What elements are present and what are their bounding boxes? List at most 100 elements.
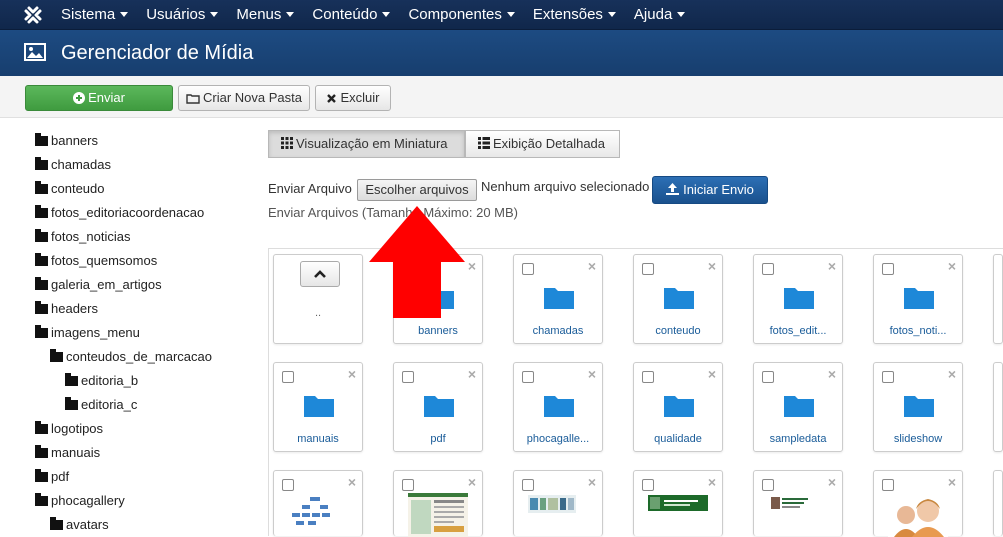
delete-icon[interactable]: × xyxy=(828,258,836,274)
menu-extensoes[interactable]: Extensões xyxy=(533,0,616,30)
select-checkbox[interactable] xyxy=(282,371,294,383)
folder-thumbnail[interactable]: × conteudo xyxy=(633,254,723,344)
select-checkbox[interactable] xyxy=(642,371,654,383)
delete-icon[interactable]: × xyxy=(348,366,356,382)
folder-thumbnail-partial[interactable] xyxy=(993,254,1003,344)
folder-thumbnail[interactable]: × sampledata xyxy=(753,362,843,452)
delete-icon[interactable]: × xyxy=(708,258,716,274)
folder-label[interactable]: phocagalle... xyxy=(514,433,602,445)
image-thumbnail[interactable]: × xyxy=(273,470,363,536)
choose-files-button[interactable]: Escolher arquivos xyxy=(357,179,477,201)
image-thumbnail[interactable]: × xyxy=(753,470,843,536)
delete-icon[interactable]: × xyxy=(468,258,476,274)
delete-icon[interactable]: × xyxy=(708,366,716,382)
folder-label[interactable]: pdf xyxy=(394,433,482,445)
tree-item-fotos-noticias[interactable]: fotos_noticias xyxy=(35,227,131,247)
delete-icon[interactable]: × xyxy=(468,474,476,490)
tree-item-headers[interactable]: headers xyxy=(35,299,98,319)
folder-thumbnail[interactable]: × fotos_edit... xyxy=(753,254,843,344)
folder-label[interactable]: chamadas xyxy=(514,325,602,337)
folder-thumbnail[interactable]: × phocagalle... xyxy=(513,362,603,452)
image-thumbnail[interactable]: × xyxy=(393,470,483,537)
menu-sistema[interactable]: Sistema xyxy=(61,0,129,30)
menu-conteudo[interactable]: Conteúdo xyxy=(312,0,391,30)
delete-icon[interactable]: × xyxy=(948,258,956,274)
select-checkbox[interactable] xyxy=(402,371,414,383)
tree-item-logotipos[interactable]: logotipos xyxy=(35,419,103,439)
folder-label[interactable]: conteudo xyxy=(634,325,722,337)
delete-icon[interactable]: × xyxy=(948,474,956,490)
joomla-logo-icon[interactable] xyxy=(22,4,44,26)
create-folder-button[interactable]: Criar Nova Pasta xyxy=(178,85,310,111)
delete-icon[interactable]: × xyxy=(588,474,596,490)
folder-thumbnail[interactable]: × fotos_noti... xyxy=(873,254,963,344)
start-upload-button[interactable]: Iniciar Envio xyxy=(652,176,768,204)
folder-thumbnail-partial[interactable] xyxy=(993,362,1003,452)
delete-icon[interactable]: × xyxy=(948,366,956,382)
select-checkbox[interactable] xyxy=(282,479,294,491)
tree-item-avatars[interactable]: avatars xyxy=(50,515,109,535)
folder-label[interactable]: qualidade xyxy=(634,433,722,445)
delete-icon[interactable]: × xyxy=(708,474,716,490)
toolbar: Enviar Criar Nova Pasta Excluir xyxy=(0,76,1003,118)
upload-button[interactable]: Enviar xyxy=(25,85,173,111)
delete-icon[interactable]: × xyxy=(468,366,476,382)
folder-thumbnail[interactable]: × manuais xyxy=(273,362,363,452)
select-checkbox[interactable] xyxy=(522,371,534,383)
folder-thumbnail[interactable]: × qualidade xyxy=(633,362,723,452)
folder-label[interactable]: banners xyxy=(394,325,482,337)
tree-item-fotos-editoriacoordenacao[interactable]: fotos_editoriacoordenacao xyxy=(35,203,204,223)
folder-label[interactable]: slideshow xyxy=(874,433,962,445)
select-checkbox[interactable] xyxy=(762,371,774,383)
image-thumbnail[interactable]: × xyxy=(633,470,723,536)
folder-label[interactable]: manuais xyxy=(274,433,362,445)
menu-ajuda[interactable]: Ajuda xyxy=(634,0,686,30)
tree-item-fotos-quemsomos[interactable]: fotos_quemsomos xyxy=(35,251,157,271)
folder-label[interactable]: fotos_noti... xyxy=(874,325,962,337)
select-checkbox[interactable] xyxy=(522,479,534,491)
menu-usuarios[interactable]: Usuários xyxy=(146,0,219,30)
delete-icon[interactable]: × xyxy=(588,366,596,382)
folder-label[interactable]: sampledata xyxy=(754,433,842,445)
tree-item-imagens-menu[interactable]: imagens_menu xyxy=(35,323,140,343)
menu-menus[interactable]: Menus xyxy=(236,0,295,30)
delete-icon[interactable]: × xyxy=(348,474,356,490)
delete-button[interactable]: Excluir xyxy=(315,85,391,111)
image-thumbnail[interactable]: × xyxy=(513,470,603,536)
menu-componentes[interactable]: Componentes xyxy=(408,0,515,30)
thumbnail-view-button[interactable]: Visualização em Miniatura xyxy=(268,130,465,158)
select-checkbox[interactable] xyxy=(762,263,774,275)
tree-item-chamadas[interactable]: chamadas xyxy=(35,155,111,175)
delete-icon[interactable]: × xyxy=(828,474,836,490)
tree-item-conteudo[interactable]: conteudo xyxy=(35,179,105,199)
delete-icon[interactable]: × xyxy=(828,366,836,382)
tree-item-editoria-c[interactable]: editoria_c xyxy=(65,395,137,415)
tree-item-manuais[interactable]: manuais xyxy=(35,443,100,463)
select-checkbox[interactable] xyxy=(642,479,654,491)
tree-item-editoria-b[interactable]: editoria_b xyxy=(65,371,138,391)
plus-circle-icon xyxy=(73,92,86,104)
tree-item-phocagallery[interactable]: phocagallery xyxy=(35,491,125,511)
delete-icon[interactable]: × xyxy=(588,258,596,274)
folder-thumbnail[interactable]: × pdf xyxy=(393,362,483,452)
select-checkbox[interactable] xyxy=(882,371,894,383)
tree-item-conteudos-de-marcacao[interactable]: conteudos_de_marcacao xyxy=(50,347,212,367)
select-checkbox[interactable] xyxy=(762,479,774,491)
detail-view-button[interactable]: Exibição Detalhada xyxy=(465,130,620,158)
select-checkbox[interactable] xyxy=(642,263,654,275)
up-folder-button[interactable] xyxy=(300,261,340,287)
folder-thumbnail[interactable]: × chamadas xyxy=(513,254,603,344)
image-thumbnail[interactable]: × xyxy=(873,470,963,537)
tree-item-galeria-em-artigos[interactable]: galeria_em_artigos xyxy=(35,275,162,295)
select-checkbox[interactable] xyxy=(882,479,894,491)
folder-label[interactable]: fotos_edit... xyxy=(754,325,842,337)
select-checkbox[interactable] xyxy=(522,263,534,275)
tree-item-pdf[interactable]: pdf xyxy=(35,467,69,487)
tree-item-banners[interactable]: banners xyxy=(35,131,98,151)
select-checkbox[interactable] xyxy=(882,263,894,275)
folder-thumbnail[interactable]: × slideshow xyxy=(873,362,963,452)
select-checkbox[interactable] xyxy=(402,479,414,491)
image-thumbnail-partial[interactable] xyxy=(993,470,1003,536)
up-folder-thumbnail[interactable]: .. xyxy=(273,254,363,344)
folder-icon xyxy=(544,288,574,309)
